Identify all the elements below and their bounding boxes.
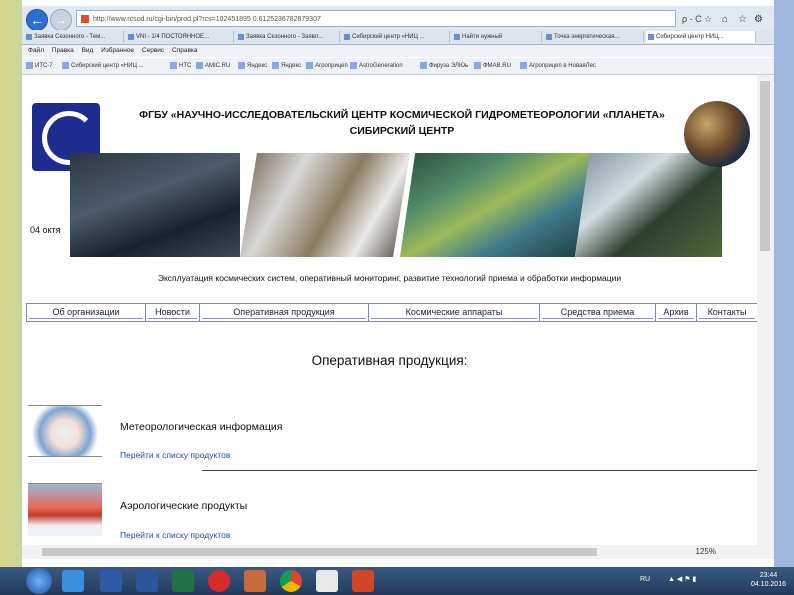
tray-icons[interactable]: ▲ ◀ ⚑ ▮ [668, 575, 696, 583]
globe-image [684, 101, 750, 167]
address-tools[interactable]: ρ - C ☆ [682, 14, 712, 25]
menu-edit[interactable]: Правка [52, 47, 74, 54]
chrome-taskbar-icon[interactable] [280, 570, 302, 592]
favorite-icon [196, 61, 203, 69]
banner-image-coast [575, 153, 722, 257]
favorite-icon [26, 61, 33, 69]
nav-about[interactable]: Об организации [27, 304, 146, 321]
banner-image-river [400, 153, 590, 257]
nav-news[interactable]: Новости [146, 304, 200, 321]
fav-item[interactable]: Яндекс [272, 58, 301, 74]
forward-button[interactable]: → [50, 9, 72, 31]
tab-5[interactable]: Найти нужный [452, 31, 542, 43]
org-title-line2: СИБИРСКИЙ ЦЕНТР [349, 125, 455, 137]
favorite-icon [420, 61, 427, 69]
vertical-scroll-thumb[interactable] [760, 81, 770, 251]
org-title-line1: ФГБУ «НАУЧНО-ИССЛЕДОВАТЕЛЬСКИЙ ЦЕНТР КОС… [139, 109, 665, 121]
nav-archive[interactable]: Архив [656, 304, 697, 321]
page-heading: Оперативная продукция: [311, 353, 468, 368]
horizontal-scrollbar[interactable]: 125% [22, 545, 774, 559]
menu-file[interactable]: Файл [28, 47, 44, 54]
tab-4[interactable]: Сибирский центр «НИЦ ... [342, 31, 450, 43]
favorite-icon [62, 61, 69, 69]
nav-spacecraft[interactable]: Космические аппараты [369, 304, 540, 321]
language-indicator[interactable]: RU [640, 576, 650, 583]
tab-strip: Заявка Сезонного - Тем... VNI - 1/4 ПОСТ… [22, 30, 774, 45]
opera-taskbar-icon[interactable] [208, 570, 230, 592]
home-icon[interactable]: ⌂ [722, 14, 728, 25]
product-title-aerology: Аэрологические продукты [120, 500, 248, 512]
favorite-icon [474, 61, 481, 69]
menu-tools[interactable]: Сервис [142, 47, 164, 54]
fav-item[interactable]: AMIC.RU [196, 58, 230, 74]
favorite-icon [170, 61, 177, 69]
tab-active[interactable]: Сибирский центр НИЦ... [646, 31, 756, 43]
word-taskbar-icon[interactable] [136, 570, 158, 592]
tab-6[interactable]: Точка энергетическая... [544, 31, 644, 43]
banner-image-city [70, 153, 240, 257]
favorite-icon [238, 61, 245, 69]
zoom-level[interactable]: 125% [696, 545, 716, 559]
main-navigation: Об организации Новости Оперативная проду… [26, 303, 757, 322]
horizontal-scroll-thumb[interactable] [42, 548, 597, 556]
aerology-thumbnail[interactable] [28, 483, 102, 536]
meteo-thumbnail[interactable] [28, 405, 102, 457]
divider [202, 470, 757, 471]
organization-title: ФГБУ «НАУЧНО-ИССЛЕДОВАТЕЛЬСКИЙ ЦЕНТР КОС… [102, 107, 702, 139]
fav-item[interactable]: НТС [170, 58, 191, 74]
fav-item[interactable]: Агроприцеп в НоваяЛес [520, 58, 596, 74]
web-page: ФГБУ «НАУЧНО-ИССЛЕДОВАТЕЛЬСКИЙ ЦЕНТР КОС… [22, 75, 757, 545]
powerpoint-taskbar-icon[interactable] [352, 570, 374, 592]
url-text: http://www.rcsod.ru/cgi-bin/prod.pl?rcs=… [93, 16, 321, 23]
start-button[interactable] [26, 568, 52, 594]
address-row: ← → http://www.rcsod.ru/cgi-bin/prod.pl?… [22, 6, 774, 32]
fav-item[interactable]: Фируза ЭЛЮь [420, 58, 468, 74]
clock-date: 04.10.2016 [750, 581, 786, 588]
address-bar[interactable]: http://www.rcsod.ru/cgi-bin/prod.pl?rcs=… [76, 10, 676, 27]
clock[interactable]: 23:44 04.10.2016 [751, 571, 786, 589]
tab-1[interactable]: Заявка Сезонного - Тем... [24, 31, 124, 43]
browser-window: ← → http://www.rcsod.ru/cgi-bin/prod.pl?… [22, 0, 774, 595]
product-link-aerology[interactable]: Перейти к списку продуктов [120, 530, 230, 540]
fav-item[interactable]: ФМАВ.RU [474, 58, 511, 74]
clock-time: 23:44 [759, 572, 778, 579]
nav-reception-means[interactable]: Средства приема [540, 304, 656, 321]
favorites-star-icon[interactable]: ☆ [738, 14, 747, 25]
fav-item[interactable]: AstroGeneration [350, 58, 403, 74]
ie-page-icon [81, 15, 89, 24]
settings-gear-icon[interactable]: ⚙ [754, 14, 763, 25]
menu-favorites[interactable]: Избранное [101, 47, 134, 54]
favorite-icon [272, 61, 279, 69]
product-title-meteo: Метеорологическая информация [120, 421, 283, 433]
back-button[interactable]: ← [26, 9, 48, 31]
app-taskbar-icon[interactable] [244, 570, 266, 592]
tab-3[interactable]: Заявка Сезонного - Заявл... [236, 31, 340, 43]
menu-help[interactable]: Справка [172, 47, 198, 54]
favorites-bar: ИТС-7 Сибирский центр «НИЦ ... НТС AMIC.… [22, 58, 774, 75]
nav-contacts[interactable]: Контакты [697, 304, 757, 321]
favorite-icon [306, 61, 313, 69]
excel-taskbar-icon[interactable] [172, 570, 194, 592]
explorer-taskbar-icon[interactable] [100, 570, 122, 592]
menu-bar: Файл Правка Вид Избранное Сервис Справка [22, 45, 774, 57]
current-date: 04 октя [30, 225, 61, 235]
product-link-meteo[interactable]: Перейти к списку продуктов [120, 450, 230, 460]
site-subtitle: Эксплуатация космических систем, операти… [157, 273, 622, 283]
vnc-taskbar-icon[interactable] [316, 570, 338, 592]
windows-taskbar: RU ▲ ◀ ⚑ ▮ 23:44 04.10.2016 [0, 567, 794, 595]
fav-item[interactable]: Сибирский центр «НИЦ ... [62, 58, 144, 74]
ie-taskbar-icon[interactable] [62, 570, 84, 592]
vertical-scrollbar[interactable] [757, 75, 774, 545]
favorite-icon [520, 61, 527, 69]
fav-item[interactable]: ИТС-7 [26, 58, 53, 74]
fav-item[interactable]: Яндекс [238, 58, 267, 74]
menu-view[interactable]: Вид [82, 47, 94, 54]
favorite-icon [350, 61, 357, 69]
fav-item[interactable]: Агроприцеп [306, 58, 348, 74]
nav-operational-products[interactable]: Оперативная продукция [200, 304, 369, 321]
satellite-banner [70, 153, 722, 257]
banner-image-ice [240, 153, 410, 257]
tab-2[interactable]: VNI - 1/4 ПОСТОЯННОЕ... [126, 31, 234, 43]
